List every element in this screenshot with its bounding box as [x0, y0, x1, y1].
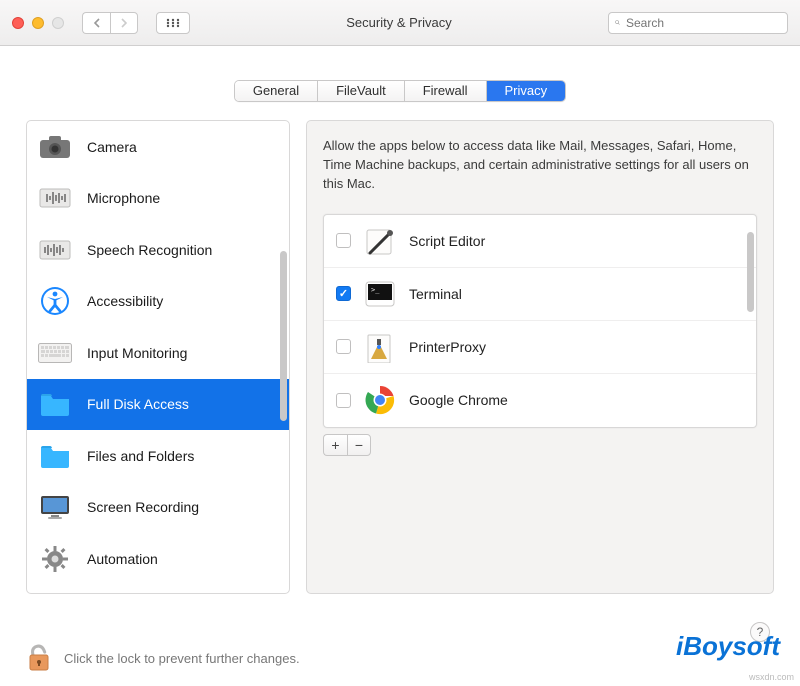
sidebar-item-speech[interactable]: Speech Recognition	[27, 224, 289, 276]
watermark-brand: iBoysoft	[676, 631, 780, 662]
zoom-window-icon	[52, 17, 64, 29]
sidebar-item-camera[interactable]: Camera	[27, 121, 289, 173]
lock-icon[interactable]	[26, 642, 52, 675]
app-list: Script Editor >_ Terminal PrinterProxy	[323, 214, 757, 428]
gear-icon	[37, 541, 73, 577]
tab-bar: General FileVault Firewall Privacy	[0, 46, 800, 120]
sidebar-item-full-disk-access[interactable]: Full Disk Access	[27, 379, 289, 431]
sidebar-item-label: Camera	[87, 139, 137, 155]
script-editor-icon	[363, 224, 397, 258]
app-row[interactable]: Script Editor	[324, 215, 756, 268]
add-remove-control: + −	[323, 434, 757, 456]
titlebar: Security & Privacy	[0, 0, 800, 46]
window-title: Security & Privacy	[200, 15, 598, 30]
app-checkbox[interactable]	[336, 286, 351, 301]
tab-filevault[interactable]: FileVault	[318, 81, 405, 101]
app-checkbox[interactable]	[336, 233, 351, 248]
sidebar-item-label: Files and Folders	[87, 448, 194, 464]
app-name: PrinterProxy	[409, 339, 486, 355]
app-name: Terminal	[409, 286, 462, 302]
app-row[interactable]: >_ Terminal	[324, 268, 756, 321]
search-input[interactable]	[626, 16, 781, 30]
camera-icon	[37, 129, 73, 165]
speech-icon	[37, 232, 73, 268]
remove-app-button[interactable]: −	[347, 434, 371, 456]
app-row[interactable]: Google Chrome	[324, 374, 756, 427]
sidebar-item-input-monitoring[interactable]: Input Monitoring	[27, 327, 289, 379]
terminal-icon: >_	[363, 277, 397, 311]
minimize-window-icon[interactable]	[32, 17, 44, 29]
sidebar-item-files-folders[interactable]: Files and Folders	[27, 430, 289, 482]
sidebar-item-label: Full Disk Access	[87, 396, 189, 412]
show-all-button[interactable]	[156, 12, 190, 34]
microphone-icon	[37, 180, 73, 216]
sidebar-item-automation[interactable]: Automation	[27, 533, 289, 585]
close-window-icon[interactable]	[12, 17, 24, 29]
app-row[interactable]: PrinterProxy	[324, 321, 756, 374]
tab-general[interactable]: General	[235, 81, 318, 101]
app-name: Script Editor	[409, 233, 485, 249]
accessibility-icon	[37, 283, 73, 319]
sidebar-item-label: Accessibility	[87, 293, 163, 309]
watermark-source: wsxdn.com	[749, 672, 794, 682]
tab-firewall[interactable]: Firewall	[405, 81, 487, 101]
detail-description: Allow the apps below to access data like…	[323, 137, 757, 194]
search-icon	[615, 17, 620, 28]
chrome-icon	[363, 383, 397, 417]
forward-button[interactable]	[110, 12, 138, 34]
svg-text:>_: >_	[371, 286, 380, 294]
nav-buttons	[82, 12, 138, 34]
privacy-category-sidebar: Camera Microphone Speech Recognition Acc…	[26, 120, 290, 594]
screen-icon	[37, 489, 73, 525]
sidebar-item-label: Speech Recognition	[87, 242, 212, 258]
sidebar-scrollbar[interactable]	[280, 251, 287, 421]
tab-privacy[interactable]: Privacy	[487, 81, 566, 101]
app-checkbox[interactable]	[336, 393, 351, 408]
sidebar-item-label: Microphone	[87, 190, 160, 206]
app-name: Google Chrome	[409, 392, 508, 408]
applist-scrollbar[interactable]	[747, 232, 754, 312]
sidebar-item-label: Automation	[87, 551, 158, 567]
keyboard-icon	[37, 335, 73, 371]
folder-icon	[37, 386, 73, 422]
folder-icon	[37, 438, 73, 474]
detail-pane: Allow the apps below to access data like…	[306, 120, 774, 594]
sidebar-item-label: Input Monitoring	[87, 345, 187, 361]
sidebar-item-microphone[interactable]: Microphone	[27, 173, 289, 225]
sidebar-item-label: Screen Recording	[87, 499, 199, 515]
app-checkbox[interactable]	[336, 339, 351, 354]
lock-text: Click the lock to prevent further change…	[64, 651, 300, 666]
segmented-control: General FileVault Firewall Privacy	[234, 80, 566, 102]
sidebar-item-accessibility[interactable]: Accessibility	[27, 276, 289, 328]
traffic-lights	[12, 17, 64, 29]
sidebar-item-screen-recording[interactable]: Screen Recording	[27, 482, 289, 534]
add-app-button[interactable]: +	[323, 434, 347, 456]
search-field[interactable]	[608, 12, 788, 34]
back-button[interactable]	[82, 12, 110, 34]
printer-proxy-icon	[363, 330, 397, 364]
